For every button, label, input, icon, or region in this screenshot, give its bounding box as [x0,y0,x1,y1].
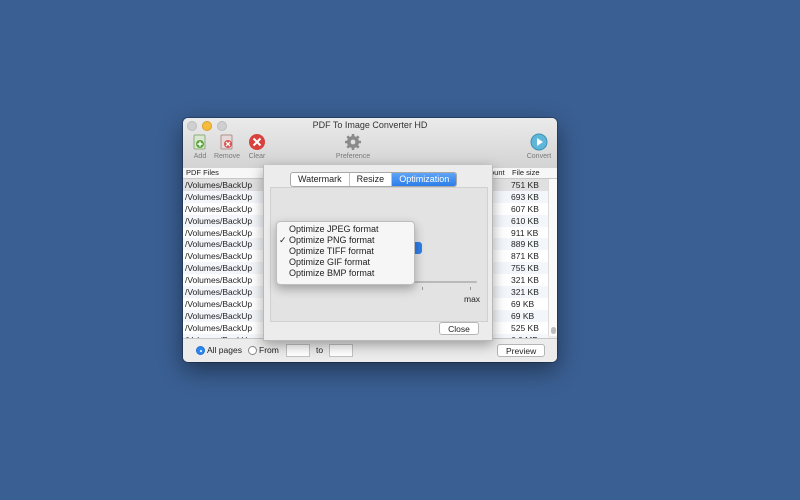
remove-button[interactable]: Remove [210,133,244,160]
column-header-files[interactable]: PDF Files [186,168,219,177]
slider-tick [422,287,423,290]
file-path: /Volumes/BackUp [185,275,252,286]
menu-item-tiff[interactable]: Optimize TIFF format [289,246,374,257]
clear-button[interactable]: Clear [240,133,274,160]
file-size: 755 KB [511,263,539,274]
file-size: 693 KB [511,191,539,202]
format-dropdown-menu: Optimize JPEG format ✓ Optimize PNG forma… [276,221,415,285]
menu-item-label: Optimize BMP format [289,268,375,278]
menu-item-bmp[interactable]: Optimize BMP format [289,268,374,279]
menu-item-jpeg[interactable]: Optimize JPEG format [289,224,379,235]
menu-item-label: Optimize JPEG format [289,224,379,234]
file-path: /Volumes/BackUp [185,263,252,274]
file-size: 911 KB [511,227,539,238]
add-file-icon [193,134,206,150]
file-size: 321 KB [511,275,539,286]
file-path: /Volumes/BackUp [185,322,252,333]
all-pages-label[interactable]: All pages [207,345,242,355]
file-path: /Volumes/BackUp [185,298,252,309]
file-size: 871 KB [511,251,539,262]
sheet-tabs: Watermark Resize Optimization [290,172,458,187]
from-label[interactable]: From [259,345,279,355]
from-page-field[interactable] [286,344,310,357]
menu-item-png[interactable]: ✓ Optimize PNG format [279,235,375,246]
preference-button[interactable]: Preference [333,133,373,160]
file-path: /Volumes/BackUp [185,191,252,202]
checkmark-icon: ✓ [279,235,287,245]
to-label: to [316,345,324,355]
file-path: /Volumes/BackUp [185,180,252,190]
quality-slider[interactable] [411,281,477,283]
menu-item-label: Optimize PNG format [289,235,375,245]
convert-button[interactable]: Convert [522,133,556,160]
from-radio[interactable] [248,346,257,355]
slider-max-label: max [464,294,481,304]
remove-file-icon [220,134,233,150]
file-size: 610 KB [511,215,539,226]
file-size: 751 KB [511,180,539,190]
tab-resize[interactable]: Resize [350,173,393,186]
all-pages-radio[interactable] [196,346,205,355]
scrollbar-thumb[interactable] [551,327,556,334]
file-size: 525 KB [511,322,539,333]
file-size: 321 KB [511,287,539,298]
file-size: 69 KB [511,298,535,309]
close-button[interactable]: Close [439,322,479,335]
preview-button[interactable]: Preview [497,344,545,357]
menu-item-label: Optimize TIFF format [289,246,374,256]
play-icon [530,133,548,151]
preference-label: Preference [335,153,371,160]
window-title: PDF To Image Converter HD [312,120,428,130]
file-path: /Volumes/BackUp [185,310,252,321]
column-header-size[interactable]: File size [512,168,540,177]
clear-label: Clear [248,153,266,160]
file-path: /Volumes/BackUp [185,227,252,238]
file-size: 889 KB [511,239,539,250]
menu-item-label: Optimize GIF format [289,257,371,267]
to-page-field[interactable] [329,344,353,357]
file-path: /Volumes/BackUp [185,251,252,262]
file-path: /Volumes/BackUp [185,239,252,250]
file-path: /Volumes/BackUp [185,203,252,214]
file-size: 69 KB [511,310,535,321]
bottom-bar: All pages From to Preview [183,338,557,362]
add-label: Add [193,153,207,160]
gear-icon [345,134,361,150]
titlebar: PDF To Image Converter HD Add Remove Cle… [183,118,557,169]
file-size: 607 KB [511,203,539,214]
vertical-scrollbar[interactable] [548,179,557,336]
clear-icon [249,134,265,150]
menu-item-gif[interactable]: Optimize GIF format [289,257,370,268]
remove-label: Remove [213,153,241,160]
tab-optimization[interactable]: Optimization [392,173,457,186]
file-path: /Volumes/BackUp [185,287,252,298]
slider-tick [470,287,471,290]
convert-label: Convert [526,153,552,160]
file-path: /Volumes/BackUp [185,215,252,226]
tab-watermark[interactable]: Watermark [291,173,350,186]
